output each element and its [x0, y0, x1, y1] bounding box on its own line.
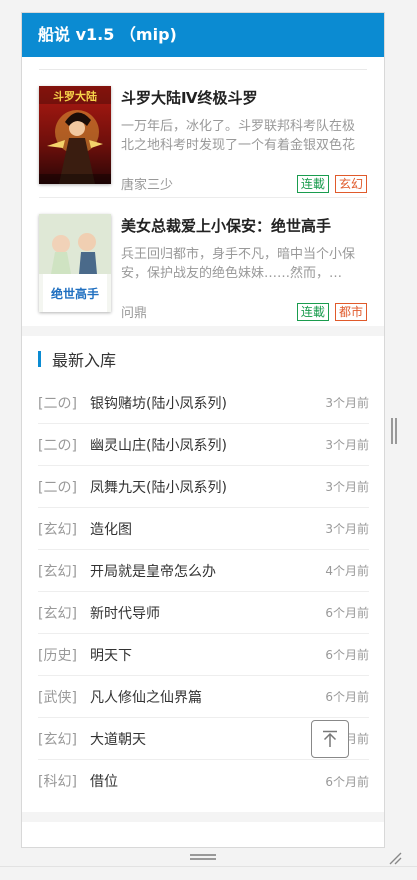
list-item[interactable]: [玄幻] 造化图 3个月前	[38, 508, 369, 550]
book-cover-image: 绝世高手	[39, 214, 111, 312]
list-item-time: 6个月前	[325, 648, 369, 662]
list-item-category[interactable]: [玄幻]	[38, 519, 90, 539]
arrow-up-icon	[323, 730, 337, 747]
list-item-category[interactable]: [科幻]	[38, 771, 90, 791]
list-item-title[interactable]: 银钩赌坊(陆小凤系列)	[90, 393, 325, 413]
list-item-time: 4个月前	[325, 564, 369, 578]
site-title[interactable]: 船说 v1.5 （mip)	[38, 25, 177, 44]
book-tags: 连載 都市	[295, 302, 367, 321]
book-title[interactable]: 美女总裁爱上小保安：绝世高手	[121, 215, 367, 237]
list-item-category[interactable]: [玄幻]	[38, 603, 90, 623]
list-item-category[interactable]: [二の]	[38, 393, 90, 413]
top-bar: 船说 v1.5 （mip)	[22, 13, 384, 57]
book-cover-image: 斗罗大陆	[39, 86, 111, 184]
section-header: 最新入库	[22, 336, 384, 382]
list-item-title[interactable]: 大道朝天	[90, 729, 325, 749]
book-cover[interactable]: 绝世高手	[39, 214, 111, 312]
book-meta: 问鼎 连載 都市	[121, 302, 367, 321]
list-item[interactable]: [玄幻] 开局就是皇帝怎么办 4个月前	[38, 550, 369, 592]
list-item-time: 6个月前	[325, 606, 369, 620]
resize-grip-icon[interactable]	[388, 850, 402, 869]
section-title: 最新入库	[52, 351, 117, 370]
list-item[interactable]: [二の] 银钩赌坊(陆小凤系列) 3个月前	[38, 382, 369, 424]
drag-handle[interactable]	[190, 854, 216, 860]
list-item-title[interactable]: 凡人修仙之仙界篇	[90, 687, 325, 707]
list-item-title[interactable]: 凤舞九天(陆小凤系列)	[90, 477, 325, 497]
list-item-time: 3个月前	[325, 522, 369, 536]
book-desc: 兵王回归都市，身手不凡，暗中当个小保安，保护战友的绝色妹妹……然而，…	[121, 247, 356, 281]
book-desc: 一万年后，冰化了。斗罗联邦科考队在极北之地科考时发现了一个有着金银双色花纹的蛋…	[121, 119, 356, 153]
list-item-title[interactable]: 借位	[90, 771, 325, 791]
list-item[interactable]: [历史] 明天下 6个月前	[38, 634, 369, 676]
genre-badge: 玄幻	[334, 174, 367, 193]
list-item-time: 3个月前	[325, 480, 369, 494]
book-item[interactable]: 斗罗大陆 斗罗大陆Ⅳ终极斗罗 一万年后，冰化了。斗罗联邦科考队在极北之地科考时发…	[39, 70, 367, 198]
list-item-category[interactable]: [二の]	[38, 435, 90, 455]
book-meta: 唐家三少 连載 玄幻	[121, 174, 367, 193]
scrollbar-handle[interactable]	[391, 418, 397, 444]
section-gap	[22, 812, 384, 822]
list-item-time: 6个月前	[325, 690, 369, 704]
book-cover[interactable]: 斗罗大陆	[39, 86, 111, 184]
list-item-category[interactable]: [二の]	[38, 477, 90, 497]
list-item-time: 3个月前	[325, 396, 369, 410]
list-item[interactable]: [玄幻] 新时代导师 6个月前	[38, 592, 369, 634]
status-badge: 连載	[296, 174, 329, 193]
book-author: 唐家三少	[121, 178, 174, 193]
list-item-title[interactable]: 开局就是皇帝怎么办	[90, 561, 325, 581]
genre-badge: 都市	[334, 302, 367, 321]
book-item[interactable]: 绝世高手 美女总裁爱上小保安：绝世高手 兵王回归都市，身手不凡，暗中当个小保安，…	[39, 198, 367, 326]
section-gap	[22, 326, 384, 336]
featured-book-list: 斗罗大陆 斗罗大陆Ⅳ终极斗罗 一万年后，冰化了。斗罗联邦科考队在极北之地科考时发…	[22, 69, 384, 326]
mobile-frame: 船说 v1.5 （mip) 斗罗大陆 斗罗大陆Ⅳ终极斗罗 一万年后，冰化了。斗罗…	[21, 12, 385, 848]
list-item-category[interactable]: [玄幻]	[38, 561, 90, 581]
list-item[interactable]: [武侠] 凡人修仙之仙界篇 6个月前	[38, 676, 369, 718]
list-item[interactable]: [二の] 幽灵山庄(陆小凤系列) 3个月前	[38, 424, 369, 466]
list-item[interactable]: [科幻] 借位 6个月前	[38, 760, 369, 802]
book-title[interactable]: 斗罗大陆Ⅳ终极斗罗	[121, 87, 367, 109]
cover-title-text: 斗罗大陆	[53, 89, 97, 103]
bottom-bar	[0, 866, 417, 880]
book-info: 美女总裁爱上小保安：绝世高手 兵王回归都市，身手不凡，暗中当个小保安，保护战友的…	[121, 214, 367, 321]
back-to-top-button[interactable]	[311, 720, 349, 758]
book-info: 斗罗大陆Ⅳ终极斗罗 一万年后，冰化了。斗罗联邦科考队在极北之地科考时发现了一个有…	[121, 86, 367, 193]
book-author: 问鼎	[121, 306, 148, 321]
status-badge: 连載	[296, 302, 329, 321]
list-item-category[interactable]: [历史]	[38, 645, 90, 665]
section-accent-bar	[38, 351, 41, 367]
list-item[interactable]: [二の] 凤舞九天(陆小凤系列) 3个月前	[38, 466, 369, 508]
list-item-title[interactable]: 明天下	[90, 645, 325, 665]
list-item-title[interactable]: 幽灵山庄(陆小凤系列)	[90, 435, 325, 455]
list-item-category[interactable]: [玄幻]	[38, 729, 90, 749]
list-item-time: 6个月前	[325, 774, 369, 789]
list-item-time: 3个月前	[325, 438, 369, 452]
cover-title-text: 绝世高手	[51, 286, 99, 301]
book-tags: 连載 玄幻	[295, 174, 367, 193]
list-item-title[interactable]: 造化图	[90, 519, 325, 539]
list-item-category[interactable]: [武侠]	[38, 687, 90, 707]
list-item-title[interactable]: 新时代导师	[90, 603, 325, 623]
